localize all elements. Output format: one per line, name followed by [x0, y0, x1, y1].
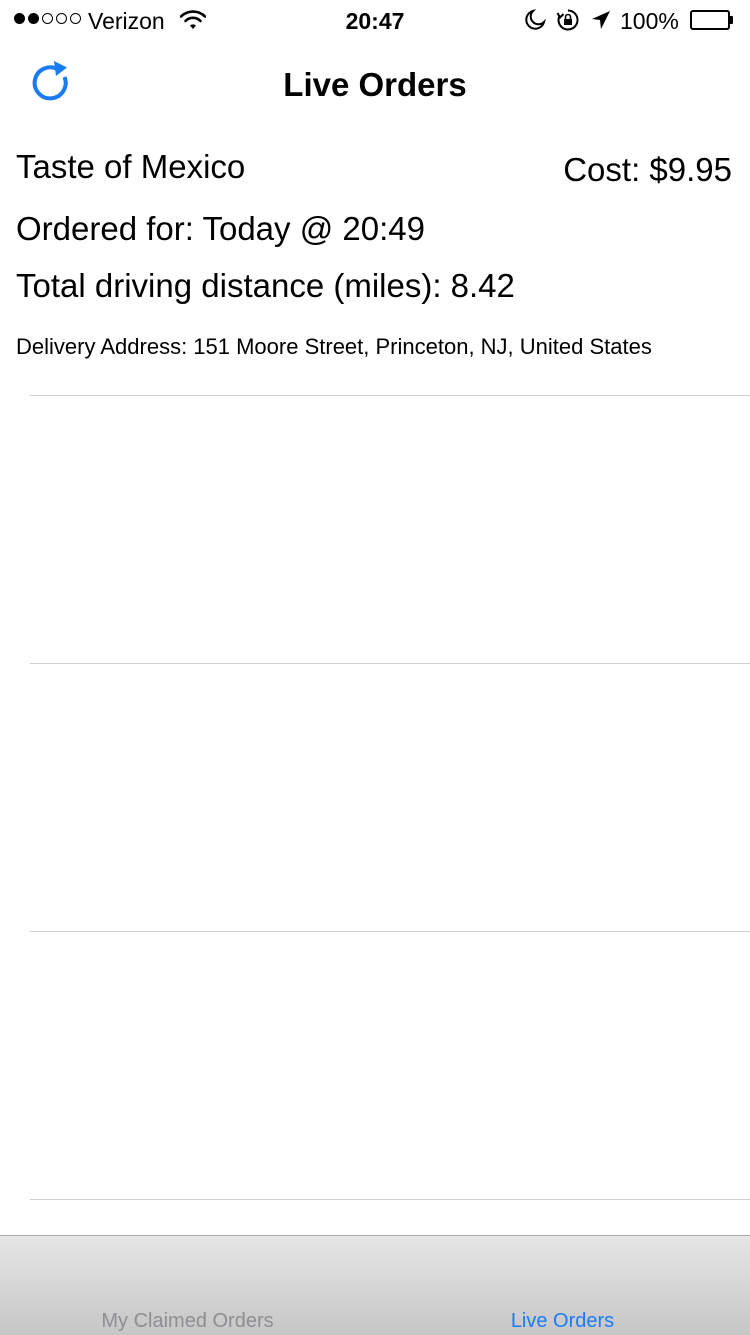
empty-table-row	[0, 396, 750, 663]
delivery-address: Delivery Address: 151 Moore Street, Prin…	[16, 334, 652, 359]
status-bar: Verizon 20:47 100%	[0, 0, 750, 40]
rotation-lock-icon	[556, 8, 580, 37]
location-arrow-icon	[591, 9, 611, 36]
battery-icon	[690, 10, 734, 30]
empty-table-row	[0, 932, 750, 1199]
restaurant-name: Taste of Mexico	[16, 148, 246, 185]
order-row[interactable]: Taste of Mexico Cost: $9.95 Ordered for:…	[0, 130, 750, 396]
battery-percent: 100%	[620, 8, 679, 34]
row-separator	[30, 1199, 750, 1200]
tab-my-claimed-orders[interactable]: My Claimed Orders	[0, 1236, 375, 1335]
page-title: Live Orders	[283, 66, 467, 103]
order-cost: Cost: $9.95	[563, 151, 732, 188]
tab-label: My Claimed Orders	[101, 1310, 274, 1332]
tab-live-orders[interactable]: Live Orders	[375, 1236, 750, 1335]
order-time: Ordered for: Today @ 20:49	[16, 210, 425, 247]
moon-icon	[524, 9, 546, 36]
empty-table-row	[0, 664, 750, 931]
driving-distance: Total driving distance (miles): 8.42	[16, 267, 515, 304]
tab-bar: My Claimed Orders Live Orders	[0, 1235, 750, 1335]
tab-label: Live Orders	[510, 1310, 615, 1332]
